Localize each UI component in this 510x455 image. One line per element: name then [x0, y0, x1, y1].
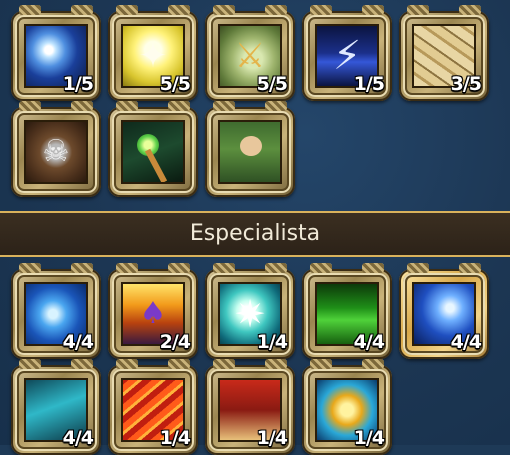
skill-level: 3/5 [450, 73, 482, 95]
character-face [240, 136, 262, 156]
skill-level: 4/4 [450, 331, 482, 353]
frame-ornament [362, 263, 384, 273]
frame-ornament [213, 101, 235, 111]
frame-ornament [19, 263, 41, 273]
frame-ornament [168, 101, 190, 111]
frame-ornament [116, 5, 138, 15]
frame-ornament [213, 5, 235, 15]
frame-ornament [310, 263, 332, 273]
frame-ornament [213, 359, 235, 369]
frame-ornament [168, 5, 190, 15]
frame-ornament [19, 5, 41, 15]
frame-ornament [407, 263, 429, 273]
skill-slot-warrior-cape[interactable]: 1/4 [205, 359, 295, 455]
skill-slot-flaming-arrows[interactable]: 1/4 [108, 359, 198, 455]
skill-slot-light-burst[interactable]: ✷ 1/4 [205, 263, 295, 359]
frame-ornament [71, 5, 93, 15]
skill-level: 4/4 [62, 331, 94, 353]
skill-level: 5/5 [256, 73, 288, 95]
skill-level: 2/4 [159, 331, 191, 353]
skill-slot-holy-light[interactable]: ✦ 5/5 [108, 5, 198, 101]
frame-ornament [265, 359, 287, 369]
skill-level: 1/4 [353, 427, 385, 449]
frame-ornament [213, 263, 235, 273]
skill-slot-earth-cracks[interactable]: 3/5 [399, 5, 489, 101]
frame-ornament [19, 101, 41, 111]
skull-shield-icon: ☠ [24, 120, 88, 184]
skill-slot-hooded-character[interactable] [205, 101, 295, 197]
frame-ornament [71, 359, 93, 369]
frame-ornament [310, 5, 332, 15]
frame-ornament [265, 101, 287, 111]
skill-level: 1/4 [256, 427, 288, 449]
skill-level: 4/4 [62, 427, 94, 449]
frame-ornament [19, 359, 41, 369]
frame-ornament [168, 359, 190, 369]
skill-slot-energy-orb[interactable]: 1/5 [11, 5, 101, 101]
skill-slot-golden-gem[interactable]: 1/4 [302, 359, 392, 455]
skill-slot-fire-mage[interactable]: ♠ 2/4 [108, 263, 198, 359]
section-title: Especialista [189, 221, 321, 246]
frame-ornament [116, 359, 138, 369]
skill-slot-green-forest[interactable]: 4/4 [302, 263, 392, 359]
frame-ornament [265, 263, 287, 273]
frame-ornament [71, 101, 93, 111]
frame-ornament [459, 5, 481, 15]
staff-orb-icon [121, 120, 185, 184]
skill-level: 1/5 [62, 73, 94, 95]
frame-ornament [310, 359, 332, 369]
skill-slot-lightning[interactable]: ⚡ 1/5 [302, 5, 392, 101]
frame-ornament [265, 5, 287, 15]
frame-ornament [362, 5, 384, 15]
staff-shaft [144, 148, 168, 182]
frame-ornament [459, 263, 481, 273]
frame-ornament [407, 5, 429, 15]
skill-level: 1/5 [353, 73, 385, 95]
skill-slot-nature-scythe[interactable]: ⚔ 5/5 [205, 5, 295, 101]
frame-ornament [116, 263, 138, 273]
frame-ornament [116, 101, 138, 111]
skill-slot-blue-vortex[interactable]: 4/4 [399, 263, 489, 359]
skill-level: 1/4 [159, 427, 191, 449]
skill-slot-staff-orb[interactable] [108, 101, 198, 197]
frame-ornament [168, 263, 190, 273]
skill-level: 5/5 [159, 73, 191, 95]
frame-ornament [362, 359, 384, 369]
skill-slot-cyan-wave[interactable]: 4/4 [11, 359, 101, 455]
frame-ornament [71, 263, 93, 273]
skill-slot-water-swirl[interactable]: 4/4 [11, 263, 101, 359]
skull-shape: ☠ [42, 134, 70, 169]
skill-level: 4/4 [353, 331, 385, 353]
skill-slot-skull-shield[interactable]: ☠ [11, 101, 101, 197]
hooded-character-icon [218, 120, 282, 184]
skill-level: 1/4 [256, 331, 288, 353]
section-header: Especialista [0, 211, 510, 257]
